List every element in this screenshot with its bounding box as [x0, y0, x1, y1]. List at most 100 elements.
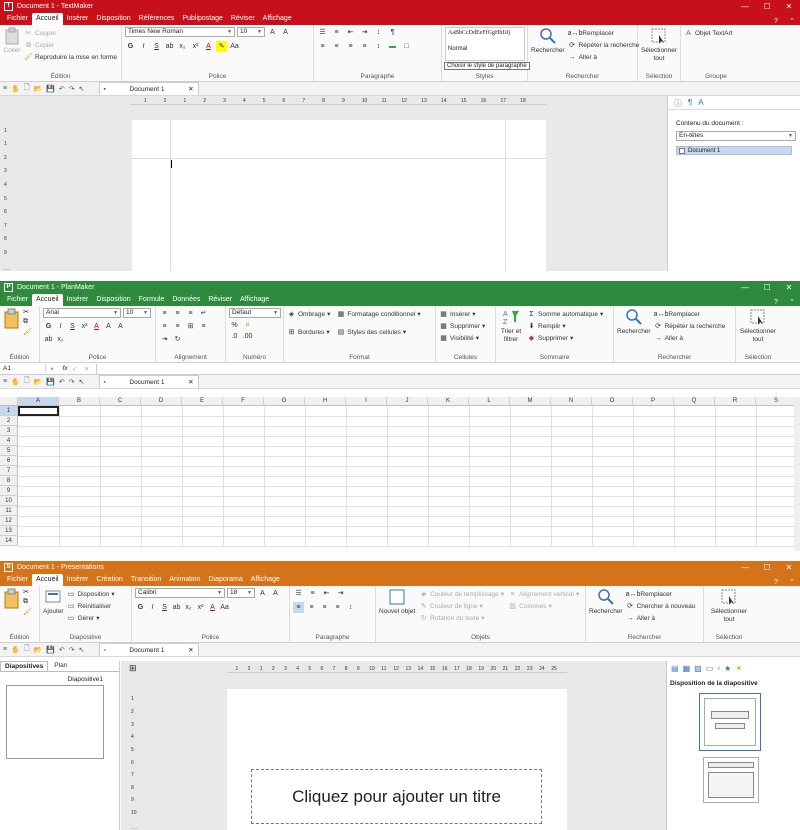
shrink-font-icon[interactable]: A [270, 588, 281, 599]
tab-disposition[interactable]: Disposition [92, 294, 134, 306]
open-icon[interactable]: 📂 [33, 378, 42, 386]
tab-plan[interactable]: Plan [48, 661, 73, 671]
italic-icon[interactable]: I [55, 321, 66, 332]
layout-option-title[interactable] [699, 693, 761, 751]
formula-input[interactable] [96, 363, 800, 374]
tab-disposition[interactable]: Disposition [92, 13, 134, 25]
close-tab-icon[interactable]: ✕ [188, 646, 193, 654]
underline-icon[interactable]: S [159, 602, 170, 613]
rotate-icon[interactable]: ↻ [172, 334, 183, 345]
minimize-icon[interactable]: — [734, 283, 756, 292]
increase-indent-icon[interactable]: ⇥ [359, 27, 370, 38]
row-header[interactable]: 12 [0, 516, 18, 526]
doc-map-icon[interactable]: ⓘ [674, 98, 682, 108]
close-tab-icon[interactable]: ✕ [188, 378, 193, 386]
visibility-button[interactable]: ▦ Visibilité ▾ [439, 332, 492, 344]
page[interactable] [132, 120, 546, 271]
open-icon[interactable]: 📂 [33, 85, 42, 93]
outline-item[interactable]: Document 1 [676, 146, 792, 155]
row-header[interactable]: 9 [0, 486, 18, 496]
column-header[interactable]: F [223, 397, 264, 406]
align-left-icon[interactable]: ≡ [317, 41, 328, 52]
vertical-ruler[interactable]: 1 1 2 3 4 5 6 7 8 9 [3, 120, 11, 270]
font-name-combo[interactable]: Times New Roman ▼ [125, 27, 235, 37]
notes-panel-icon[interactable]: ▫ [717, 664, 720, 673]
subscript-icon[interactable]: x₂ [55, 334, 66, 345]
scissors-icon[interactable]: ✂ [23, 588, 32, 596]
scissors-icon[interactable]: ✂ [23, 308, 32, 316]
font-size-combo[interactable]: 10 ▼ [123, 308, 151, 318]
align-right-icon[interactable]: ≡ [319, 602, 330, 613]
paste-icon[interactable] [3, 308, 21, 330]
hand-icon[interactable]: ✋ [11, 378, 20, 386]
collapse-ribbon-icon[interactable]: ⌃ [784, 298, 800, 306]
row-header[interactable]: 2 [0, 416, 18, 426]
select-all-button[interactable]: Sélectionner tout [641, 27, 677, 63]
spreadsheet-grid[interactable]: A B C D E F G H I J K L M N O P Q R S 1 2 3 4 5 6 7 8 9 10 11 12 13 14 [0, 397, 800, 551]
superscript-icon[interactable]: x² [190, 41, 201, 52]
line-spacing-icon[interactable]: ↕ [373, 41, 384, 52]
sort-filter-button[interactable]: AZ Trier et filtrer [499, 308, 523, 344]
increase-indent-icon[interactable]: ⇥ [335, 588, 346, 599]
hand-icon[interactable]: ✋ [11, 85, 20, 93]
align-center-icon[interactable]: ≡ [172, 321, 183, 332]
decrease-indent-icon[interactable]: ⇤ [321, 588, 332, 599]
borders-button[interactable]: ⊞ Bordures ▾ [287, 326, 330, 338]
tab-creation[interactable]: Création [92, 574, 126, 586]
row-header[interactable]: 13 [0, 526, 18, 536]
align-left-icon[interactable]: ≡ [293, 602, 304, 613]
vertical-ruler[interactable]: 1 2 3 4 5 6 7 8 9 10 [130, 689, 138, 829]
save-icon[interactable]: 💾 [46, 85, 55, 93]
font-color-icon[interactable]: A [203, 41, 214, 52]
row-header[interactable]: 1 [0, 406, 18, 416]
indent-icon[interactable]: ⇥ [159, 334, 170, 345]
column-header[interactable]: R [715, 397, 756, 406]
close-tab-icon[interactable]: ✕ [188, 85, 193, 93]
superscript-icon[interactable]: x² [79, 321, 90, 332]
sort-icon[interactable]: ↕ [373, 27, 384, 38]
merge-icon[interactable]: ⊞ [185, 321, 196, 332]
column-header[interactable]: I [346, 397, 387, 406]
conditional-format-button[interactable]: ▦ Formatage conditionnel ▾ [336, 308, 421, 320]
case-icon[interactable]: Aa [219, 602, 230, 613]
collapse-ribbon-icon[interactable]: ⌃ [784, 578, 800, 586]
tab-fichier[interactable]: Fichier [3, 574, 32, 586]
tab-references[interactable]: Références [135, 13, 179, 25]
goto-button[interactable]: → Aller à [654, 332, 726, 344]
strikethrough-icon[interactable]: ab [164, 41, 175, 52]
save-icon[interactable]: 💾 [46, 646, 55, 654]
search-again-button[interactable]: ⟳ Chercher à nouveau [626, 600, 695, 612]
replace-button[interactable]: a↔b Remplacer [654, 308, 726, 320]
pilcrow-icon[interactable]: ¶ [387, 27, 398, 38]
column-header[interactable]: P [633, 397, 674, 406]
tab-fichier[interactable]: Fichier [3, 13, 32, 25]
align-bottom-icon[interactable]: ≡ [185, 308, 196, 319]
tab-affichage[interactable]: Affichage [236, 294, 273, 306]
cut-button[interactable]: ✂ Couper [24, 27, 117, 39]
maximize-icon[interactable]: ☐ [756, 563, 778, 572]
column-header[interactable]: B [59, 397, 100, 406]
vertical-align-button[interactable]: ≡ Alignement vertical ▾ [508, 588, 580, 600]
case-icon[interactable]: Aa [229, 41, 240, 52]
column-header[interactable]: J [387, 397, 428, 406]
shading-icon[interactable]: ▬ [387, 41, 398, 52]
menu-icon[interactable]: ≡ [3, 378, 7, 385]
close-icon[interactable]: ✕ [778, 283, 800, 292]
justify-icon[interactable]: ≡ [359, 41, 370, 52]
line-spacing-icon[interactable]: ↕ [345, 602, 356, 613]
column-header[interactable]: M [510, 397, 551, 406]
strikethrough-icon[interactable]: ab [43, 334, 54, 345]
row-header[interactable]: 5 [0, 446, 18, 456]
row-header[interactable]: 11 [0, 506, 18, 516]
column-header[interactable]: C [100, 397, 141, 406]
redo-icon[interactable]: ↷ [69, 85, 75, 93]
save-icon[interactable]: 💾 [46, 378, 55, 386]
title-placeholder[interactable]: Cliquez pour ajouter un titre [251, 769, 542, 824]
bullets-icon[interactable]: ☰ [293, 588, 304, 599]
menu-icon[interactable]: ≡ [3, 85, 7, 92]
design-panel-icon[interactable]: ▦ [683, 664, 691, 673]
reset-button[interactable]: ▭ Réinitialiser [67, 600, 115, 612]
dropdown-icon[interactable]: ▾ [46, 365, 58, 373]
replace-button[interactable]: a↔b Remplacer [568, 27, 640, 39]
collapse-ribbon-icon[interactable]: ⌃ [784, 17, 800, 25]
